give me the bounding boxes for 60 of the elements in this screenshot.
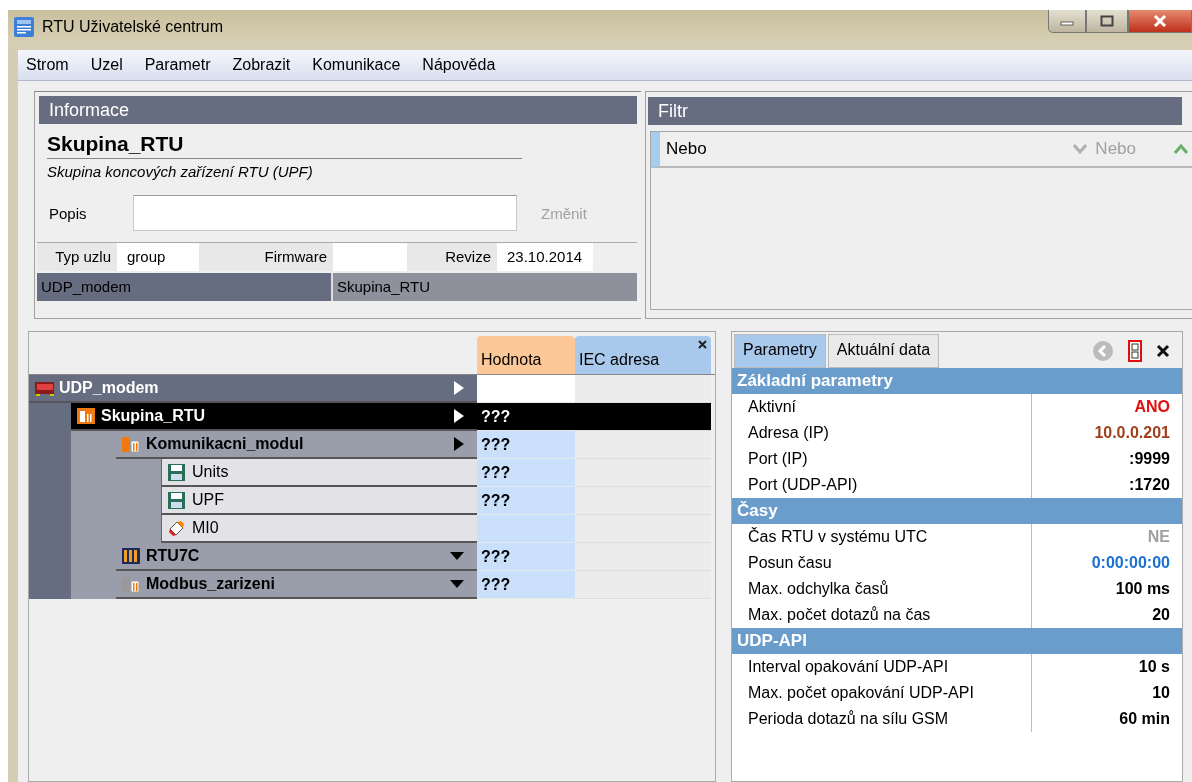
column-header[interactable]: IEC adresa [575,336,711,374]
section-header: Časy [732,498,1182,524]
parameter-label: Interval opakování UDP-API [732,654,1032,680]
node-label: Modbus_zarizeni [146,575,276,593]
node-label: UDP_modem [59,379,160,397]
panel-header: Informace [39,96,637,124]
filter-label: Nebo [666,139,707,159]
node-label: Komunikacni_modul [146,435,305,453]
property-value: 23.10.2014 [497,243,593,271]
parameter-label: Posun času [732,550,1032,576]
tab[interactable]: Parametry [734,334,826,368]
parameter-value[interactable]: 10 [1032,680,1182,706]
parameter-value[interactable]: 10 s [1032,654,1182,680]
parameter-value[interactable]: 100 ms [1032,576,1182,602]
parameter-value[interactable]: :1720 [1032,472,1182,498]
value-cell: ??? [477,403,575,431]
menu-item[interactable]: Komunikace [312,56,413,74]
property-label: Firmware [199,243,333,271]
value-cell: ??? [477,431,575,459]
tab[interactable]: Aktuální data [827,334,940,368]
section-header: Základní parametry [732,368,1182,394]
parameter-label: Perioda dotazů na sílu GSM [732,706,1032,732]
node-label: Skupina_RTU [101,407,206,425]
parameter-value[interactable]: ANO [1032,394,1182,420]
parameter-label: Adresa (IP) [732,420,1032,446]
node-label: Units [192,463,230,481]
node-name: Skupina_RTU [47,132,522,159]
menu-item[interactable]: Nápověda [422,56,508,74]
path-segment[interactable]: Skupina_RTU [333,273,637,301]
window-title: RTU Uživatelské centrum [42,18,224,36]
parameter-label: Aktivní [732,394,1032,420]
parameter-label: Max. počet opakování UDP-API [732,680,1032,706]
section-header: UDP-API [732,628,1182,654]
field-label: Popis [49,204,88,222]
parameter-value[interactable]: 60 min [1032,706,1182,732]
menu-item[interactable]: Uzel [90,56,135,74]
value-cell: ??? [477,571,575,599]
parameter-value[interactable]: 0:00:00:00 [1032,550,1182,576]
menu-item[interactable]: Parametr [144,56,223,74]
property-label: Revize [407,243,497,271]
property-value: group [117,243,199,271]
parameter-value[interactable]: 10.0.0.201 [1032,420,1182,446]
parameter-label: Max. odchylka časů [732,576,1032,602]
menu-item[interactable]: Strom [26,56,81,74]
property-label: Typ uzlu [37,243,117,271]
menu-item[interactable]: Zobrazit [232,56,303,74]
node-description: Skupina koncových zařízení RTU (UPF) [47,163,314,180]
parameter-value[interactable]: :9999 [1032,446,1182,472]
parameter-label: Čas RTU v systému UTC [732,524,1032,550]
value-cell: ??? [477,487,575,515]
parameter-value[interactable]: 20 [1032,602,1182,628]
panel-header: Filtr [648,97,1182,125]
column-header[interactable]: Hodnota [477,336,575,374]
parameter-label: Port (IP) [732,446,1032,472]
node-label: RTU7C [146,547,201,565]
value-cell: ??? [477,459,575,487]
path-segment[interactable]: UDP_modem [37,273,333,301]
node-label: UPF [192,491,225,509]
node-label: MI0 [192,519,220,537]
value-cell: ??? [477,543,575,571]
